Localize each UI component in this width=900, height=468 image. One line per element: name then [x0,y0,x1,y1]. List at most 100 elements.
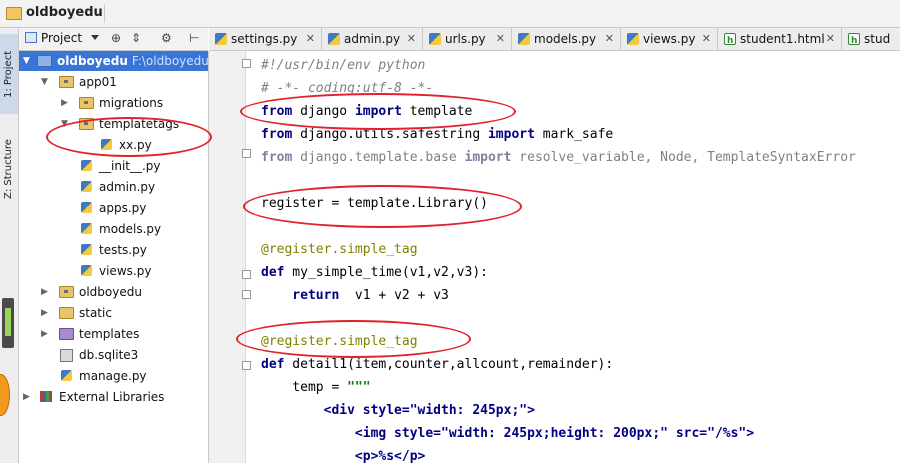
tab-label: urls.py [445,32,486,46]
chevron-right-icon[interactable]: ▶ [41,303,48,323]
tab-admin-py[interactable]: admin.py ✕ [322,28,423,50]
code-line-17: <img style="width: 245px;height: 200px;"… [261,426,755,441]
tab-models-py[interactable]: models.py ✕ [512,28,621,50]
close-icon[interactable]: ✕ [826,28,835,50]
chevron-right-icon[interactable]: ▶ [23,387,30,407]
tab-student1-html[interactable]: student1.html✕ [718,28,842,52]
tree-item-external-libraries[interactable]: ▶ External Libraries [19,387,208,407]
code-line-5: from django.template.base import resolve… [261,150,856,165]
project-tool-tab[interactable]: 1: Project [0,34,18,114]
python-file-icon [215,33,227,45]
fold-marker-icon[interactable] [242,149,251,158]
tree-item-db-sqlite3[interactable]: db.sqlite3 [19,345,208,365]
tree-item-init-py[interactable]: __init__.py [19,156,208,176]
chevron-right-icon[interactable]: ▶ [61,93,68,113]
python-file-icon [81,202,92,213]
fold-marker-icon[interactable] [242,361,251,370]
tree-item-label: migrations [99,96,164,110]
templates-folder-icon [59,328,74,340]
code-line-2: # -*- coding:utf-8 -*- [261,81,434,96]
hide-icon[interactable]: ⊢ [189,31,199,45]
code-line-7: register = template.Library() [261,196,488,211]
fold-marker-icon[interactable] [242,290,251,299]
tree-item-label: models.py [99,222,162,236]
tree-item-label: External Libraries [59,390,165,404]
code-line-13: @register.simple_tag [261,334,418,349]
python-file-icon [81,265,92,276]
tree-item-oldboyedu[interactable]: ▶ oldboyedu [19,282,208,302]
tree-item-label: __init__.py [99,159,161,173]
tree-item-label: manage.py [79,369,147,383]
tree-item-label: xx.py [119,138,152,152]
python-file-icon [627,33,639,45]
tree-item-apps-py[interactable]: apps.py [19,198,208,218]
code-line-4: from django.utils.safestring import mark… [261,127,614,142]
tree-item-models-py[interactable]: models.py [19,219,208,239]
close-icon[interactable]: ✕ [605,28,614,50]
tree-root[interactable]: ▼ oldboyedu F:\oldboyedu [19,51,209,71]
tree-item-manage-py[interactable]: manage.py [19,366,208,386]
tab-label: admin.py [344,32,401,46]
tab-urls-py[interactable]: urls.py ✕ [423,28,512,50]
chevron-down-icon[interactable]: ▼ [61,114,68,134]
chevron-right-icon[interactable]: ▶ [41,324,48,344]
gear-icon[interactable]: ⚙ [161,31,172,45]
tab-label: student1.html [740,32,825,46]
tree-item-admin-py[interactable]: admin.py [19,177,208,197]
code-line-3: from django import template [261,104,473,119]
python-file-icon [61,370,72,381]
code-area[interactable]: #!/usr/bin/env python # -*- coding:utf-8… [261,51,900,464]
tree-item-app01[interactable]: ▼ app01 [19,72,208,92]
tab-settings-py[interactable]: settings.py ✕ [209,28,322,50]
tab-views-py[interactable]: views.py ✕ [621,28,718,50]
tree-item-xx-py[interactable]: xx.py [19,135,208,155]
tree-item-static[interactable]: ▶ static [19,303,208,323]
python-file-icon [429,33,441,45]
status-orb-icon [0,374,10,416]
close-icon[interactable]: ✕ [702,28,711,50]
tree-item-label: oldboyedu [79,285,142,299]
tab-stud[interactable]: stud [842,28,900,52]
fold-marker-icon[interactable] [242,59,251,68]
fold-marker-icon[interactable] [242,270,251,279]
close-icon[interactable]: ✕ [407,28,416,50]
python-file-icon [328,33,340,45]
html-file-icon [848,30,860,52]
editor-gutter [209,51,246,463]
tree-item-migrations[interactable]: ▶ migrations [19,93,208,113]
title-bar: oldboyedu [0,0,900,28]
project-toolbar: Project ⊕ ⇕ ⚙ ⊢ [19,28,208,51]
chevron-down-icon[interactable]: ▼ [41,72,48,92]
html-file-icon [724,30,736,52]
root-name: oldboyedu [57,54,128,68]
tab-label: stud [864,32,891,46]
chevron-right-icon[interactable]: ▶ [41,282,48,302]
tree-item-templatetags[interactable]: ▼ templatetags [19,114,208,134]
tree-item-tests-py[interactable]: tests.py [19,240,208,260]
code-editor[interactable]: #!/usr/bin/env python # -*- coding:utf-8… [209,51,900,464]
close-icon[interactable]: ✕ [306,28,315,50]
code-line-10: def my_simple_time(v1,v2,v3): [261,265,488,280]
chevron-down-icon[interactable] [91,35,99,40]
package-icon [59,76,74,88]
tree-item-templates[interactable]: ▶ templates [19,324,208,344]
project-view-selector[interactable]: Project [25,31,82,45]
tree-item-label: apps.py [99,201,147,215]
close-icon[interactable]: ✕ [496,28,505,50]
libraries-icon [40,391,52,402]
tree-item-views-py[interactable]: views.py [19,261,208,281]
tab-label: models.py [534,32,597,46]
tree-item-label: views.py [99,264,152,278]
project-icon [25,32,37,43]
python-file-icon [81,181,92,192]
package-icon [79,97,94,109]
editor-tab-bar: settings.py ✕ admin.py ✕ urls.py ✕ models.p… [209,28,900,52]
structure-tool-tab[interactable]: Z: Structure [0,124,18,214]
python-file-icon [518,33,530,45]
collapse-icon[interactable]: ⇕ [131,31,141,45]
tab-label: views.py [643,32,696,46]
database-file-icon [60,349,73,362]
root-path: F:\oldboyedu [131,54,209,68]
target-icon[interactable]: ⊕ [111,31,121,45]
code-line-11: return v1 + v2 + v3 [261,288,449,303]
